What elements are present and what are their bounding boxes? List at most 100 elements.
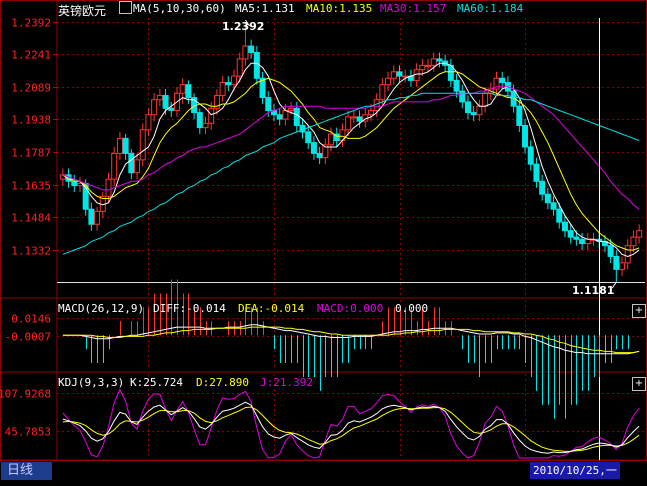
candle-body [567, 230, 574, 238]
candle-body [350, 116, 357, 119]
candle-body [128, 152, 135, 174]
macd-dea-label: DEA:-0.014 [238, 302, 305, 315]
candle-body [248, 45, 255, 53]
candle-body [225, 82, 232, 86]
candle-body [613, 255, 620, 270]
candle-body [88, 208, 95, 225]
ma-settings-icon[interactable] [119, 1, 132, 14]
ma10-value-label: MA10:1.135 [306, 2, 373, 15]
candle-body [328, 133, 335, 146]
price-tick-label: 1.2089 [11, 82, 51, 95]
main-panel[interactable] [57, 18, 645, 460]
candle-body [470, 112, 477, 116]
ma-params-label: MA(5,10,30,60) [133, 2, 226, 15]
candle-body [482, 92, 489, 107]
ma-line-ma5 [62, 62, 640, 258]
ma-line-ma10 [62, 71, 640, 251]
candle-body [430, 58, 437, 66]
ma60-value-label: MA60:1.184 [457, 2, 524, 15]
candle-body [533, 163, 540, 182]
macd-params-label: MACD(26,12,9) [58, 302, 145, 315]
kdj-k-line [62, 401, 640, 454]
period-button[interactable]: 日线 [1, 462, 52, 480]
candle-body [276, 114, 283, 120]
kdj-panel[interactable] [62, 388, 640, 459]
candle-body [202, 122, 209, 129]
kdj-j-line [62, 388, 640, 459]
candle-body [464, 101, 471, 114]
low-price-marker: 1.1181 [572, 284, 615, 297]
kdj-j-label: J:21.392 [260, 376, 313, 389]
macd-diff-label: DIFF:-0.014 [153, 302, 226, 315]
candle-body [111, 152, 118, 180]
macd-dea-line [62, 326, 640, 354]
candle-body [156, 94, 163, 101]
price-tick-label: 1.2392 [11, 17, 51, 30]
candle-body [151, 99, 158, 116]
candle-body [71, 180, 78, 187]
candle-body [231, 75, 238, 86]
kdj-d-label: D:27.890 [196, 376, 249, 389]
candle-body [196, 112, 203, 129]
kdj-k-label: K:25.724 [130, 376, 183, 389]
candle-body [139, 129, 146, 161]
candle-body [288, 107, 295, 111]
candle-body [624, 245, 631, 264]
candle-body [116, 137, 123, 154]
macd-expand-icon[interactable]: + [632, 304, 646, 318]
candle-body [636, 230, 643, 238]
price-tick-label: 1.1484 [11, 212, 51, 225]
candle-body [282, 109, 289, 120]
kdj-params-label: KDJ(9,3,3) [58, 376, 125, 389]
candle-body [185, 84, 192, 99]
candle-body [459, 90, 466, 103]
candle-body [425, 64, 432, 67]
macd-tick-label: -0.0007 [5, 331, 51, 344]
candle-body [419, 64, 426, 71]
macd-tick-label: 0.0146 [11, 313, 51, 326]
candle-body [236, 58, 243, 77]
candle-body [556, 208, 563, 223]
instrument-title: 英镑欧元 [58, 4, 107, 18]
price-tick-label: 1.2241 [11, 49, 51, 62]
candle-body [385, 77, 392, 86]
candle-body [607, 245, 614, 257]
candle-body [476, 105, 483, 116]
candle-body [550, 202, 557, 210]
macd-value-label: MACD:0.000 [317, 302, 384, 315]
candle-body [94, 210, 101, 225]
candle-body [253, 51, 260, 79]
price-tick-label: 1.1332 [11, 245, 51, 258]
candle-body [134, 159, 141, 174]
ma-line-ma30 [62, 86, 640, 210]
kline-chart[interactable]: 1.2392 1.2241 1.2089 1.1938 1.1787 1.1635 1.14… [0, 0, 647, 482]
candle-body [630, 236, 637, 247]
candle-body [499, 77, 506, 84]
price-tick-label: 1.1635 [11, 180, 51, 193]
candle-body [402, 75, 409, 78]
candle-body [561, 221, 568, 232]
candle-body [539, 180, 546, 195]
candle-body [367, 109, 374, 116]
price-tick-label: 1.1787 [11, 147, 51, 160]
candle-body [293, 107, 300, 126]
kdj-tick-label: 107.9268 [0, 388, 51, 401]
kdj-tick-label: 45.7853 [5, 426, 51, 439]
high-price-marker: 1.2392 [222, 20, 265, 33]
macd-extra-value: 0.000 [395, 302, 429, 315]
chart-stage: 1.2392 1.2241 1.2089 1.1938 1.1787 1.1635 1.14… [0, 0, 647, 482]
candle-body [162, 94, 169, 109]
candle-body [453, 79, 460, 92]
kdj-expand-icon[interactable]: + [632, 377, 646, 391]
candle-body [584, 238, 591, 245]
candle-body [356, 116, 363, 122]
candle-body [396, 71, 403, 77]
price-tick-label: 1.1938 [11, 114, 51, 127]
candle-body [544, 193, 551, 204]
candle-body [305, 131, 312, 144]
candle-body [168, 107, 175, 111]
candle-body [527, 146, 534, 165]
candle-body [242, 45, 249, 60]
candle-body [522, 124, 529, 148]
candle-body [390, 71, 397, 79]
